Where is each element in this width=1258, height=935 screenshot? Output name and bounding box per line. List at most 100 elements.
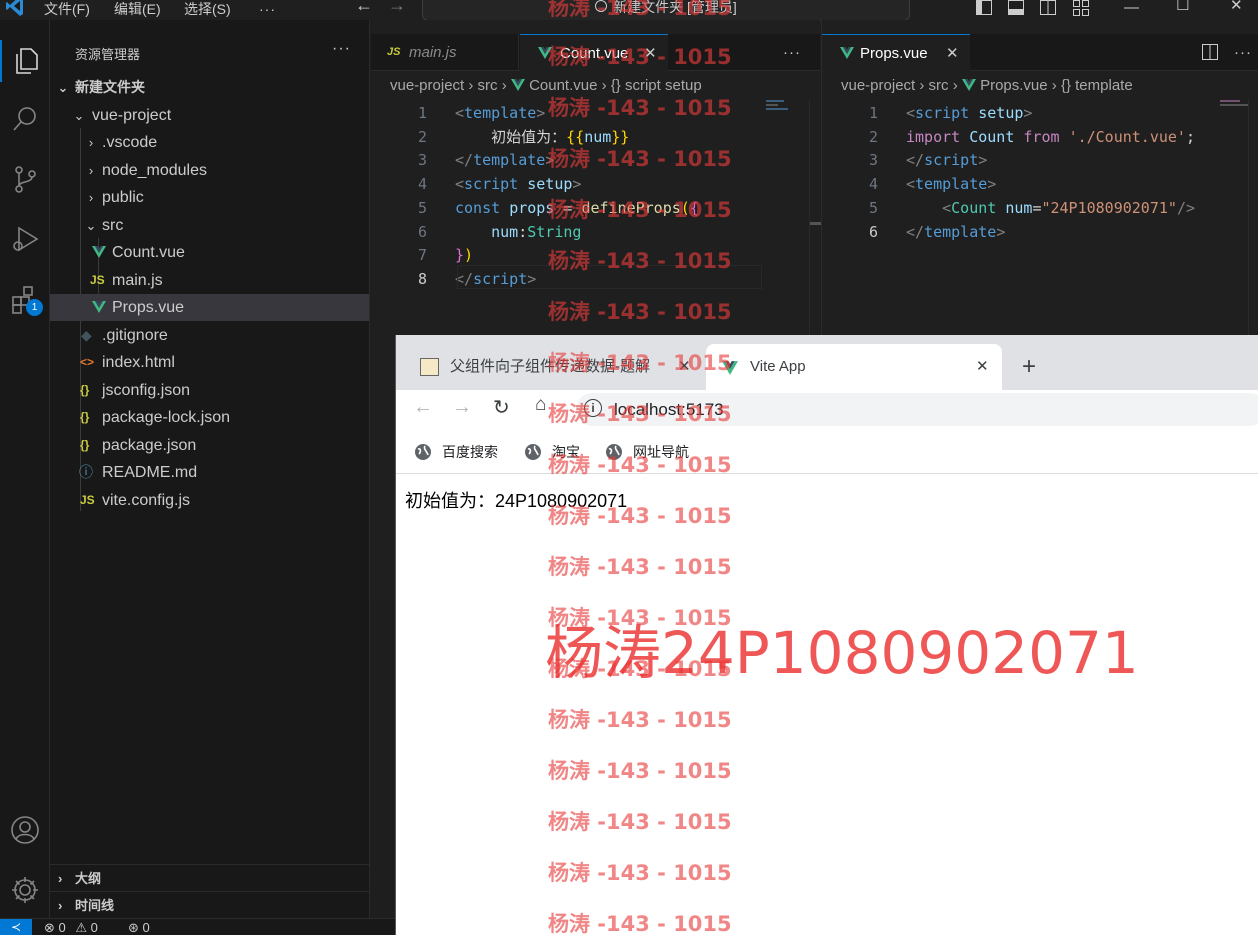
- menu-more-button[interactable]: ···: [259, 0, 276, 18]
- breadcrumb-item[interactable]: Props.vue: [980, 77, 1048, 94]
- menu-file[interactable]: 文件(F): [44, 0, 90, 18]
- toggle-secondary-sidebar-icon[interactable]: [1040, 0, 1056, 16]
- chevron-right-icon: ›: [88, 163, 94, 178]
- code-token: >: [987, 175, 997, 194]
- tree-item-src[interactable]: ⌄ src: [50, 212, 369, 239]
- tree-item-vue-project[interactable]: ⌄ vue-project: [50, 102, 369, 129]
- page-favicon-icon: [420, 358, 439, 376]
- tree-item-label: node_modules: [102, 162, 207, 179]
- vertical-scrollbar[interactable]: [1248, 100, 1258, 335]
- close-tab-icon[interactable]: ✕: [678, 344, 691, 390]
- root-folder-header[interactable]: ⌄ 新建文件夹: [50, 74, 369, 101]
- tree-item-package-json[interactable]: {} package.json: [50, 432, 369, 459]
- maximize-icon[interactable]: ☐: [1176, 0, 1189, 14]
- code-token: :: [518, 222, 528, 241]
- tree-item-props-vue[interactable]: Props.vue: [50, 294, 369, 321]
- explorer-icon[interactable]: [0, 40, 50, 82]
- tab-count-vue[interactable]: Count.vue ✕: [520, 34, 668, 71]
- code-line: </template>: [455, 148, 554, 172]
- tree-item-index-html[interactable]: <> index.html: [50, 349, 369, 376]
- bookmark-baidu[interactable]: 百度搜索: [414, 430, 498, 474]
- back-arrow-icon[interactable]: ←: [355, 0, 373, 14]
- tree-item-gitignore[interactable]: ◆ .gitignore: [50, 322, 369, 349]
- forward-arrow-icon[interactable]: →: [452, 396, 472, 419]
- tree-item-vite-config[interactable]: JS vite.config.js: [50, 487, 369, 514]
- explorer-more-button[interactable]: ···: [332, 40, 351, 58]
- toggle-sidebar-icon[interactable]: [976, 0, 992, 16]
- browser-tab-vite-app[interactable]: Vite App ✕: [706, 344, 1002, 390]
- breadcrumb-item[interactable]: Count.vue: [529, 77, 597, 94]
- breadcrumb-item[interactable]: {} script setup: [611, 77, 702, 94]
- customize-layout-icon[interactable]: [1073, 0, 1089, 16]
- title-bar: 文件(F) 编辑(E) 选择(S) ··· ← → 新建文件夹 [管理员] — …: [0, 0, 1258, 21]
- breadcrumb-item[interactable]: src: [478, 77, 498, 94]
- home-icon[interactable]: ⌂: [535, 394, 546, 416]
- tab-props-vue[interactable]: Props.vue ✕: [822, 34, 970, 71]
- browser-tab-solution[interactable]: 父组件向子组件传递数据-题解 ✕: [408, 344, 704, 390]
- site-info-icon[interactable]: i: [584, 399, 602, 417]
- minimap[interactable]: [766, 100, 796, 120]
- timeline-section[interactable]: › 时间线: [50, 891, 369, 918]
- tree-item-package-lock[interactable]: {} package-lock.json: [50, 404, 369, 431]
- code-line: 初始值为：{{num}}: [455, 125, 629, 149]
- toggle-panel-icon[interactable]: [1008, 0, 1024, 16]
- code-line: <Count num="24P1080902071"/>: [906, 196, 1195, 220]
- tree-item-label: vue-project: [92, 107, 172, 124]
- close-tab-icon[interactable]: ✕: [644, 35, 657, 72]
- breadcrumb-item[interactable]: vue-project: [841, 77, 915, 94]
- html-file-icon: <>: [80, 355, 95, 369]
- bookmark-taobao[interactable]: 淘宝: [524, 430, 580, 474]
- json-file-icon: {}: [80, 383, 90, 397]
- code-token: template: [464, 104, 537, 122]
- bookmark-nav[interactable]: 网址导航: [605, 430, 689, 474]
- tree-item-vscode[interactable]: › .vscode: [50, 129, 369, 156]
- tree-item-node-modules[interactable]: › node_modules: [50, 157, 369, 184]
- breadcrumb-item[interactable]: vue-project: [390, 77, 464, 94]
- tree-item-readme[interactable]: ⓘ README.md: [50, 459, 369, 486]
- menu-selection[interactable]: 选择(S): [184, 0, 231, 18]
- vue-file-icon: [92, 246, 106, 258]
- code-token: Count: [951, 198, 997, 217]
- split-editor-icon[interactable]: [1202, 44, 1218, 60]
- tree-item-jsconfig[interactable]: {} jsconfig.json: [50, 377, 369, 404]
- tab-main-js[interactable]: JS main.js: [371, 34, 519, 71]
- code-editor-right[interactable]: 1 <script setup> 2 import Count from './Cou…: [822, 100, 1258, 260]
- extensions-icon[interactable]: 1: [4, 278, 46, 320]
- remote-icon[interactable]: ≺: [0, 919, 32, 935]
- address-bar[interactable]: i localhost:5173: [576, 393, 1258, 426]
- code-token: <: [906, 104, 916, 122]
- editor-more-button[interactable]: ···: [783, 34, 801, 71]
- close-tab-icon[interactable]: ✕: [946, 35, 959, 72]
- code-token: defineProps: [581, 198, 681, 217]
- explorer-sidebar: 资源管理器 ··· ⌄ 新建文件夹 ⌄ vue-project › .vscod…: [50, 20, 370, 918]
- settings-gear-icon[interactable]: [4, 869, 46, 911]
- breadcrumb-item[interactable]: {} template: [1061, 77, 1133, 94]
- search-icon[interactable]: [4, 98, 46, 140]
- run-debug-icon[interactable]: [4, 218, 46, 260]
- tree-item-public[interactable]: › public: [50, 184, 369, 211]
- menu-edit[interactable]: 编辑(E): [114, 0, 161, 18]
- account-icon[interactable]: [4, 809, 46, 851]
- code-token: script: [464, 175, 519, 194]
- chevron-right-icon: ›: [601, 77, 611, 94]
- line-number: 7: [417, 246, 427, 265]
- source-control-icon[interactable]: [4, 158, 46, 200]
- problems-indicator[interactable]: ⊗ 0 ⚠ 0: [44, 919, 98, 935]
- line-number: 6: [417, 222, 427, 241]
- new-tab-button[interactable]: +: [1022, 344, 1036, 390]
- editor-more-button[interactable]: ···: [1234, 34, 1252, 71]
- reload-icon[interactable]: ↻: [493, 395, 510, 420]
- back-arrow-icon[interactable]: ←: [413, 396, 433, 419]
- forward-arrow-icon[interactable]: →: [388, 0, 406, 14]
- close-window-icon[interactable]: ✕: [1230, 0, 1243, 14]
- ports-indicator[interactable]: ⊛ 0: [128, 919, 150, 935]
- close-tab-icon[interactable]: ✕: [976, 344, 989, 390]
- command-center-search[interactable]: 新建文件夹 [管理员]: [422, 0, 910, 21]
- outline-section[interactable]: › 大纲: [50, 864, 369, 891]
- breadcrumb-item[interactable]: src: [929, 77, 949, 94]
- minimize-icon[interactable]: —: [1124, 0, 1139, 16]
- tree-item-main-js[interactable]: JS main.js: [50, 267, 369, 294]
- tree-item-count-vue[interactable]: Count.vue: [50, 239, 369, 266]
